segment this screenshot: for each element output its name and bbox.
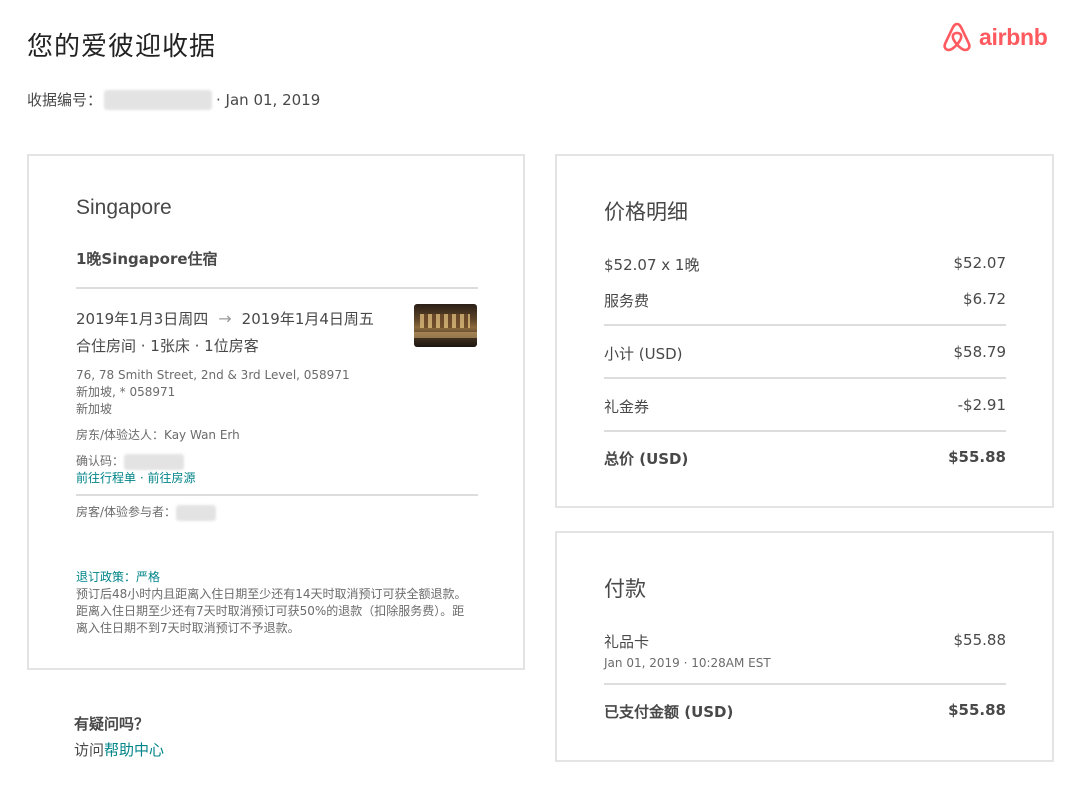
guests-label: 房客/体验参与者： (76, 505, 177, 519)
address-line: 新加坡, * 058971 (76, 385, 176, 399)
price-row-amount: $52.07 (953, 254, 1007, 272)
divider (76, 494, 478, 496)
help-title: 有疑问吗？ (74, 715, 150, 733)
total-label: 总价 (USD) (604, 450, 689, 468)
receipt-number-line: 收据编号： · Jan 01, 2019 (27, 89, 320, 110)
divider (604, 683, 1006, 685)
page-title: 您的爱彼迎收据 (27, 32, 217, 62)
total-amount: $55.88 (948, 448, 1006, 466)
price-row: 服务费 $6.72 (604, 290, 1006, 311)
link-separator: · (136, 471, 148, 485)
divider (76, 287, 478, 289)
stay-title: 1晚Singapore住宿 (76, 250, 218, 268)
divider (604, 324, 1006, 326)
host-label: 房东/体验达人： (76, 428, 165, 442)
redacted-guest-name (176, 504, 217, 521)
price-title: 价格明细 (604, 200, 688, 224)
price-row-label: 服务费 (604, 292, 650, 310)
divider (604, 430, 1006, 432)
trip-dates: 2019年1月3日周四 → 2019年1月4日周五 (76, 308, 374, 329)
price-total-row: 总价 (USD) $55.88 (604, 448, 1006, 469)
price-row: 小计 (USD) $58.79 (604, 343, 1006, 364)
checkin-date: 2019年1月3日周四 (76, 310, 209, 328)
checkout-date: 2019年1月4日周五 (241, 310, 374, 328)
receipt-number-label: 收据编号： (27, 91, 103, 109)
payment-method: 礼品卡 (604, 633, 650, 651)
price-row: 礼金券 -$2.91 (604, 396, 1006, 417)
price-row-label: 小计 (USD) (604, 345, 683, 363)
listing-link[interactable]: 前往房源 (147, 471, 195, 485)
address-line: 新加坡 (76, 402, 113, 416)
divider (604, 377, 1006, 379)
policy-value[interactable]: 严格 (136, 570, 160, 584)
payment-card: 付款 礼品卡 $55.88 Jan 01, 2019 · 10:28AM EST… (555, 531, 1054, 762)
listing-address: 76, 78 Smith Street, 2nd & 3rd Level, 05… (76, 367, 350, 418)
redacted-receipt-number (104, 89, 213, 110)
trip-city: Singapore (76, 196, 172, 219)
payment-date: Jan 01, 2019 · 10:28AM EST (604, 656, 771, 670)
paid-amount: $55.88 (948, 701, 1006, 719)
listing-photo[interactable] (414, 304, 477, 347)
policy-text: 预订后48小时内且距离入住日期至少还有14天时取消预订可获全额退款。距离入住日期… (76, 587, 467, 635)
price-row-amount: $6.72 (963, 290, 1006, 308)
paid-amount-row: 已支付金额 (USD) $55.88 (604, 701, 1006, 722)
host-line: 房东/体验达人：Kay Wan Erh (76, 427, 240, 444)
address-line: 76, 78 Smith Street, 2nd & 3rd Level, 05… (76, 368, 350, 382)
airbnb-logo-icon (943, 22, 971, 52)
help-line: 访问帮助中心 (74, 739, 164, 760)
payment-method-amount: $55.88 (953, 631, 1007, 649)
host-name: Kay Wan Erh (164, 428, 240, 442)
redacted-confirmation-code (124, 453, 185, 470)
airbnb-logo-text: airbnb (979, 23, 1048, 50)
price-row-amount: -$2.91 (957, 396, 1006, 414)
airbnb-logo[interactable]: airbnb (940, 20, 1048, 54)
arrow-right-icon: → (218, 309, 232, 328)
payment-method-row: 礼品卡 $55.88 (604, 631, 1006, 652)
cancellation-policy: 退订政策：严格 预订后48小时内且距离入住日期至少还有14天时取消预订可获全额退… (76, 569, 476, 637)
price-breakdown-card: 价格明细 $52.07 x 1晚 $52.07 服务费 $6.72 小计 (US… (555, 154, 1054, 508)
trip-details-card: Singapore 1晚Singapore住宿 2019年1月3日周四 → 20… (27, 154, 525, 670)
help-prefix: 访问 (74, 741, 105, 759)
price-row-label: $52.07 x 1晚 (604, 256, 700, 274)
payment-title: 付款 (604, 577, 646, 601)
guests-line: 房客/体验参与者： (76, 504, 217, 521)
room-type: 合住房间 · 1张床 · 1位房客 (76, 337, 259, 355)
help-center-link[interactable]: 帮助中心 (104, 741, 164, 759)
price-row: $52.07 x 1晚 $52.07 (604, 254, 1006, 275)
policy-label[interactable]: 退订政策： (76, 570, 136, 584)
confirmation-label: 确认码： (76, 454, 125, 468)
itinerary-link[interactable]: 前往行程单 (76, 471, 136, 485)
price-row-label: 礼金券 (604, 398, 650, 416)
paid-label: 已支付金额 (USD) (604, 703, 734, 721)
confirmation-line: 确认码： (76, 453, 185, 470)
receipt-date: · Jan 01, 2019 (216, 90, 321, 109)
price-row-amount: $58.79 (953, 343, 1007, 361)
trip-links: 前往行程单 · 前往房源 (76, 470, 195, 487)
